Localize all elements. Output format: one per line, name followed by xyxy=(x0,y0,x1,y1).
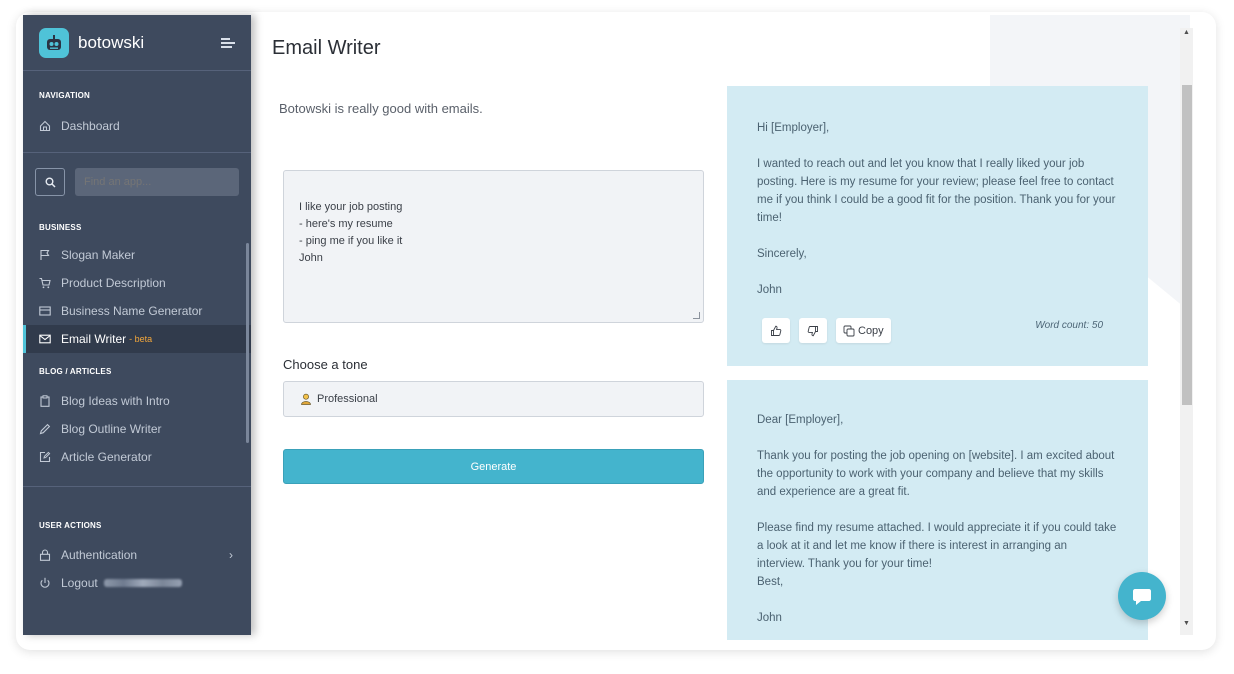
chat-icon xyxy=(1133,589,1151,605)
prompt-textarea[interactable]: I like your job posting - here's my resu… xyxy=(283,170,704,323)
chat-button[interactable] xyxy=(1118,572,1166,620)
copy-button[interactable]: Copy xyxy=(836,318,891,343)
search-icon xyxy=(45,177,56,188)
page-subtitle: Botowski is really good with emails. xyxy=(279,101,483,116)
sidebar-item-authentication[interactable]: Authentication › xyxy=(23,541,251,569)
email-signature: John xyxy=(757,612,782,624)
search-input[interactable] xyxy=(75,168,239,196)
bot-logo-icon[interactable] xyxy=(39,27,69,58)
sidebar-item-label: Authentication xyxy=(61,548,138,562)
home-icon xyxy=(39,120,51,132)
clipboard-icon xyxy=(39,395,51,407)
brand: botowski xyxy=(23,15,251,71)
person-icon xyxy=(300,393,312,405)
hamburger-icon[interactable] xyxy=(221,36,235,50)
email-body: I wanted to reach out and let you know t… xyxy=(757,158,1116,224)
email-greeting: Hi [Employer], xyxy=(757,122,830,134)
page-title: Email Writer xyxy=(272,37,381,59)
tone-label: Choose a tone xyxy=(283,357,368,372)
email-body-2: Please find my resume attached. I would … xyxy=(757,522,1117,570)
prompt-text: I like your job posting - here's my resu… xyxy=(299,201,403,264)
result-card: Hi [Employer], I wanted to reach out and… xyxy=(727,86,1148,366)
section-title-business: BUSINESS xyxy=(39,223,82,232)
scroll-up-arrow-icon[interactable]: ▲ xyxy=(1183,29,1190,36)
email-signature: John xyxy=(757,284,782,296)
cart-icon xyxy=(39,277,51,289)
search-button[interactable] xyxy=(35,168,65,196)
sidebar-item-label: Dashboard xyxy=(61,119,120,133)
sidebar-item-blog-ideas[interactable]: Blog Ideas with Intro xyxy=(23,387,251,415)
sidebar-item-dashboard[interactable]: Dashboard xyxy=(23,112,251,140)
thumbs-up-button[interactable] xyxy=(762,318,790,343)
sidebar-item-label: Business Name Generator xyxy=(61,304,203,318)
sidebar-item-label: Article Generator xyxy=(61,450,152,464)
power-icon xyxy=(39,577,51,589)
lock-icon xyxy=(39,549,51,561)
sidebar-item-logout[interactable]: Logout xyxy=(23,569,251,597)
tone-value: Professional xyxy=(317,393,378,405)
result-actions: Copy xyxy=(762,318,891,343)
result-card: Dear [Employer], Thank you for posting t… xyxy=(727,380,1148,640)
pencil-icon xyxy=(39,423,51,435)
redacted-username xyxy=(103,579,182,587)
sidebar-item-article-generator[interactable]: Article Generator xyxy=(23,443,251,471)
sidebar-item-blog-outline[interactable]: Blog Outline Writer xyxy=(23,415,251,443)
brand-name[interactable]: botowski xyxy=(78,33,144,53)
sidebar-item-label: Blog Ideas with Intro xyxy=(61,394,170,408)
section-title-user-actions: USER ACTIONS xyxy=(39,521,102,530)
flag-icon xyxy=(39,249,51,261)
edit-icon xyxy=(39,451,51,463)
copy-label: Copy xyxy=(858,324,884,337)
app-search xyxy=(23,167,251,197)
mail-icon xyxy=(39,333,51,345)
email-closing: Sincerely, xyxy=(757,248,807,260)
resize-handle[interactable] xyxy=(693,312,700,319)
sidebar: botowski NAVIGATION Dashboard BUSINESS S… xyxy=(23,15,251,635)
chevron-right-icon: › xyxy=(229,548,233,562)
thumbs-down-button[interactable] xyxy=(799,318,827,343)
section-title-navigation: NAVIGATION xyxy=(39,91,91,100)
beta-badge: - beta xyxy=(129,334,153,344)
sidebar-item-label: Logout xyxy=(61,576,98,590)
email-closing: Best, xyxy=(757,576,784,588)
sidebar-item-email-writer[interactable]: Email Writer - beta xyxy=(23,325,251,353)
thumbs-down-icon xyxy=(807,325,818,336)
sidebar-item-label: Email Writer xyxy=(61,332,127,346)
email-body: Thank you for posting the job opening on… xyxy=(757,450,1115,498)
word-count: Word count: 50 xyxy=(1035,320,1103,331)
sidebar-item-label: Product Description xyxy=(61,276,166,290)
sidebar-scrollbar[interactable] xyxy=(246,243,249,443)
sidebar-item-label: Slogan Maker xyxy=(61,248,136,262)
generate-button[interactable]: Generate xyxy=(283,449,704,484)
tone-select[interactable]: Professional xyxy=(283,381,704,417)
sidebar-item-product-description[interactable]: Product Description xyxy=(23,269,251,297)
card-icon xyxy=(39,305,51,317)
sidebar-item-slogan-maker[interactable]: Slogan Maker xyxy=(23,241,251,269)
scroll-down-arrow-icon[interactable]: ▼ xyxy=(1183,620,1190,627)
scrollbar-thumb[interactable] xyxy=(1182,85,1192,405)
section-title-blog: BLOG / ARTICLES xyxy=(39,367,112,376)
sidebar-item-business-name-generator[interactable]: Business Name Generator xyxy=(23,297,251,325)
copy-icon xyxy=(843,325,855,336)
email-greeting: Dear [Employer], xyxy=(757,414,844,426)
sidebar-item-label: Blog Outline Writer xyxy=(61,422,162,436)
thumbs-up-icon xyxy=(771,325,782,336)
